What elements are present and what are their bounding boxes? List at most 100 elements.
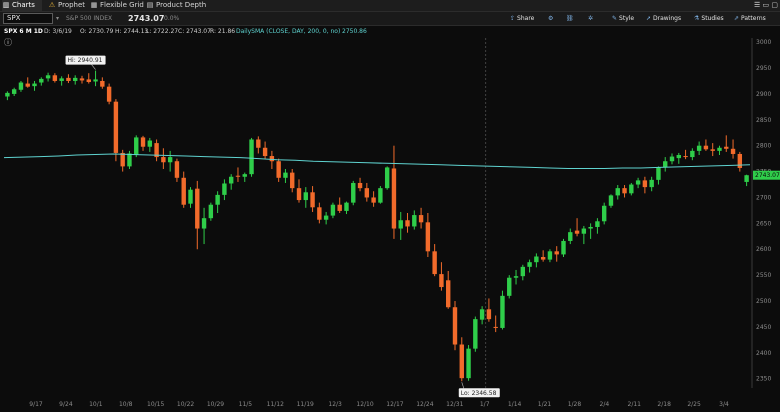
style-button[interactable]: ✎ Style: [612, 12, 634, 25]
candle-body: [283, 172, 288, 178]
candle-body: [737, 153, 743, 168]
candle-body: [717, 147, 722, 151]
candle-body: [188, 189, 193, 204]
candle-body: [405, 220, 410, 227]
symbol-name: S&P 500 INDEX: [66, 15, 113, 22]
price-chart[interactable]: 2350240024502500255026002650270027502800…: [0, 38, 780, 412]
tab-label: Charts: [12, 1, 35, 9]
candle-body: [45, 75, 51, 79]
candle-body: [683, 156, 688, 158]
candles: [5, 70, 749, 382]
candle-body: [568, 232, 573, 241]
candle-body: [228, 176, 234, 184]
candle-body: [439, 274, 444, 288]
patterns-button[interactable]: ⇗ Patterns: [734, 12, 766, 25]
sma-study-label[interactable]: DailySMA (CLOSE, DAY, 200, 0, no): [236, 26, 340, 37]
tab-label: Flexible Grid: [100, 1, 144, 9]
tab-flexible-grid[interactable]: ▦ Flexible Grid: [90, 0, 144, 11]
symbol-bar: SPX ▾ S&P 500 INDEX 2743.07 0.0% ⇪ Share …: [0, 12, 780, 26]
candle-body: [296, 188, 302, 201]
candle-body: [595, 221, 600, 227]
x-tick-label: 2/25: [687, 401, 701, 408]
candle-body: [425, 222, 431, 252]
y-tick-label: 2600: [756, 246, 771, 253]
dropdown-arrow-icon[interactable]: ▾: [56, 12, 59, 25]
candle-body: [59, 78, 64, 81]
candle-body: [269, 156, 275, 162]
candle-body: [167, 157, 173, 163]
window-menu-icon[interactable]: ☰ ▭ ▢: [754, 1, 778, 9]
y-tick-label: 2550: [756, 272, 771, 279]
window-controls[interactable]: ☰ ▭ ▢: [738, 0, 778, 11]
gear-button[interactable]: ✲: [588, 12, 595, 25]
candle-body: [161, 157, 166, 163]
link-button[interactable]: ⛓: [566, 12, 576, 25]
symbol-input[interactable]: SPX: [3, 13, 53, 24]
candle-body: [507, 277, 512, 296]
candle-body: [378, 188, 383, 203]
tab-bar: ▥ Charts ⚠ Prophet ▦ Flexible Grid ▤ Product…: [0, 0, 780, 12]
candle-body: [256, 139, 261, 148]
x-tick-label: 12/31: [446, 401, 463, 408]
candle-body: [25, 83, 30, 87]
chart-title[interactable]: SPX 6 M 1D: [4, 26, 43, 37]
candle-body: [249, 139, 254, 175]
tab-prophet[interactable]: ⚠ Prophet: [48, 0, 86, 11]
gear-icon: ✲: [588, 15, 594, 22]
candle-body: [364, 188, 370, 198]
candle-body: [724, 146, 729, 149]
sma-study-value: 2750.86: [342, 28, 367, 35]
high-value: H: 2744.13: [115, 28, 149, 35]
grid-icon: ▦: [90, 1, 98, 9]
settings-button[interactable]: ⚙: [548, 12, 555, 25]
candle-body: [222, 183, 227, 195]
flask-icon: ⚗: [694, 15, 700, 22]
candle-body: [676, 155, 681, 159]
candle-body: [127, 153, 132, 167]
drawings-button[interactable]: ➚ Drawings: [646, 12, 681, 25]
candle-body: [574, 230, 580, 234]
price-tag-label: 2743.07: [755, 172, 780, 179]
x-tick-label: 12/3: [328, 401, 342, 408]
candle-body: [106, 86, 112, 102]
y-tick-label: 2950: [756, 65, 771, 72]
x-tick-label: 1/21: [538, 401, 552, 408]
candle-body: [642, 180, 648, 188]
candle-body: [310, 192, 315, 208]
range-value: R: 21.86: [210, 28, 236, 35]
candle-body: [79, 78, 85, 81]
candle-body: [242, 174, 247, 177]
tab-label: Product Depth: [156, 1, 207, 9]
x-tick-label: 11/19: [297, 401, 314, 408]
candle-body: [52, 75, 58, 81]
link-icon: ⛓: [566, 15, 574, 22]
candle-body: [581, 228, 587, 234]
last-price: 2743.07: [128, 14, 165, 23]
hi-label: Hi: 2940.91: [68, 57, 103, 64]
hi-pointer: [91, 64, 96, 70]
candle-body: [357, 182, 363, 189]
tab-product-depth[interactable]: ▤ Product Depth: [146, 0, 208, 11]
candle-body: [113, 101, 119, 153]
candle-body: [337, 204, 342, 211]
pattern-icon: ⇗: [734, 15, 740, 22]
candle-body: [86, 79, 91, 83]
candle-body: [554, 251, 559, 255]
y-tick-label: 2900: [756, 91, 771, 98]
candle-body: [744, 175, 749, 182]
candle-body: [588, 226, 593, 229]
share-button[interactable]: ⇪ Share: [510, 12, 534, 25]
close-value: C: 2743.07: [178, 28, 211, 35]
study-info-line: SPX 6 M 1D D: 3/6/19 O: 2730.79 H: 2744.…: [0, 26, 780, 47]
tab-charts[interactable]: ▥ Charts: [2, 0, 42, 11]
candle-body: [663, 161, 668, 168]
candle-body: [181, 177, 186, 205]
candle-body: [466, 348, 471, 379]
style-icon: ✎: [612, 15, 618, 22]
studies-button[interactable]: ⚗ Studies: [694, 12, 724, 25]
candle-body: [601, 205, 607, 222]
lo-label: Lo: 2346.58: [461, 390, 497, 397]
x-tick-label: 2/11: [628, 401, 642, 408]
candle-body: [479, 309, 485, 320]
candle-body: [140, 137, 146, 147]
